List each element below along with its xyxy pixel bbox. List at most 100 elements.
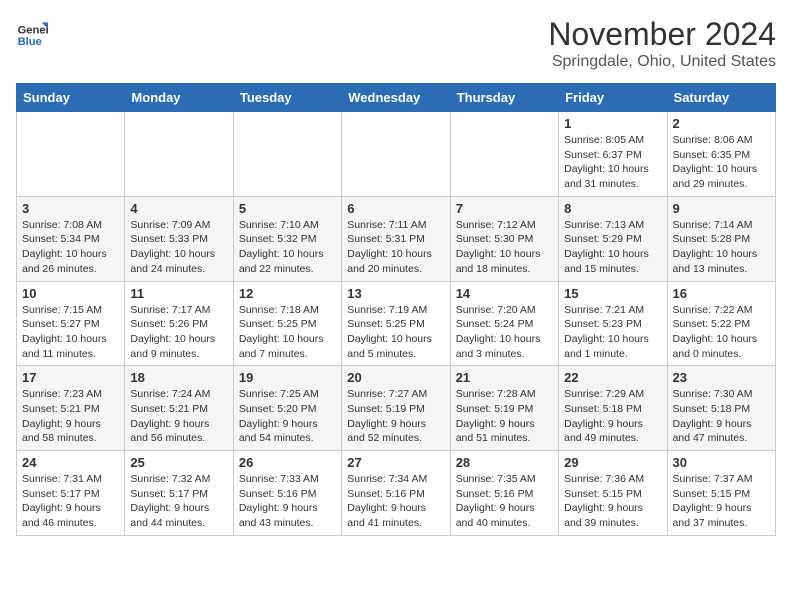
day-number: 16	[673, 286, 770, 301]
calendar-cell: 25Sunrise: 7:32 AM Sunset: 5:17 PM Dayli…	[125, 451, 233, 536]
day-number: 1	[564, 116, 661, 131]
day-info: Sunrise: 8:06 AM Sunset: 6:35 PM Dayligh…	[673, 133, 770, 192]
calendar-cell: 8 Sunrise: 7:13 AM Sunset: 5:29 PM Daylig…	[559, 196, 667, 281]
day-header-friday: Friday	[559, 84, 667, 112]
day-info: Sunrise: 7:35 AM Sunset: 5:16 PM Dayligh…	[456, 472, 553, 531]
day-number: 2	[673, 116, 770, 131]
day-number: 26	[239, 455, 336, 470]
month-title: November 2024	[548, 16, 776, 53]
calendar-cell: 5 Sunrise: 7:10 AM Sunset: 5:32 PM Daylig…	[233, 196, 341, 281]
day-info: Sunrise: 7:19 AM Sunset: 5:25 PM Dayligh…	[347, 303, 444, 362]
day-info: Sunrise: 7:13 AM Sunset: 5:29 PM Dayligh…	[564, 218, 661, 277]
calendar-cell: 13 Sunrise: 7:19 AM Sunset: 5:25 PM Dayli…	[342, 281, 450, 366]
day-number: 14	[456, 286, 553, 301]
day-info: Sunrise: 7:23 AM Sunset: 5:21 PM Dayligh…	[22, 387, 119, 446]
day-info: Sunrise: 7:29 AM Sunset: 5:18 PM Dayligh…	[564, 387, 661, 446]
calendar-cell: 23 Sunrise: 7:30 AM Sunset: 5:18 PM Dayli…	[667, 366, 775, 451]
day-header-saturday: Saturday	[667, 84, 775, 112]
calendar-cell: 9 Sunrise: 7:14 AM Sunset: 5:28 PM Daylig…	[667, 196, 775, 281]
calendar-cell	[125, 112, 233, 197]
calendar-cell: 27Sunrise: 7:34 AM Sunset: 5:16 PM Dayli…	[342, 451, 450, 536]
calendar-cell	[233, 112, 341, 197]
day-number: 8	[564, 201, 661, 216]
day-number: 5	[239, 201, 336, 216]
day-info: Sunrise: 7:30 AM Sunset: 5:18 PM Dayligh…	[673, 387, 770, 446]
day-number: 7	[456, 201, 553, 216]
day-number: 19	[239, 370, 336, 385]
calendar-cell: 19 Sunrise: 7:25 AM Sunset: 5:20 PM Dayli…	[233, 366, 341, 451]
day-info: Sunrise: 7:21 AM Sunset: 5:23 PM Dayligh…	[564, 303, 661, 362]
calendar-cell: 11Sunrise: 7:17 AM Sunset: 5:26 PM Dayli…	[125, 281, 233, 366]
day-number: 24	[22, 455, 119, 470]
day-info: Sunrise: 7:14 AM Sunset: 5:28 PM Dayligh…	[673, 218, 770, 277]
calendar-cell: 12 Sunrise: 7:18 AM Sunset: 5:25 PM Dayli…	[233, 281, 341, 366]
calendar-cell: 3 Sunrise: 7:08 AM Sunset: 5:34 PM Daylig…	[17, 196, 125, 281]
day-number: 29	[564, 455, 661, 470]
day-number: 18	[130, 370, 227, 385]
day-header-monday: Monday	[125, 84, 233, 112]
day-info: Sunrise: 7:10 AM Sunset: 5:32 PM Dayligh…	[239, 218, 336, 277]
day-number: 15	[564, 286, 661, 301]
day-number: 13	[347, 286, 444, 301]
day-info: Sunrise: 8:05 AM Sunset: 6:37 PM Dayligh…	[564, 133, 661, 192]
calendar-cell: 20Sunrise: 7:27 AM Sunset: 5:19 PM Dayli…	[342, 366, 450, 451]
day-number: 10	[22, 286, 119, 301]
calendar-cell: 15 Sunrise: 7:21 AM Sunset: 5:23 PM Dayli…	[559, 281, 667, 366]
calendar-cell: 22 Sunrise: 7:29 AM Sunset: 5:18 PM Dayli…	[559, 366, 667, 451]
day-info: Sunrise: 7:18 AM Sunset: 5:25 PM Dayligh…	[239, 303, 336, 362]
day-number: 9	[673, 201, 770, 216]
day-number: 30	[673, 455, 770, 470]
day-number: 22	[564, 370, 661, 385]
calendar-cell: 16Sunrise: 7:22 AM Sunset: 5:22 PM Dayli…	[667, 281, 775, 366]
calendar-cell: 17Sunrise: 7:23 AM Sunset: 5:21 PM Dayli…	[17, 366, 125, 451]
day-header-sunday: Sunday	[17, 84, 125, 112]
day-header-tuesday: Tuesday	[233, 84, 341, 112]
calendar-cell: 18 Sunrise: 7:24 AM Sunset: 5:21 PM Dayli…	[125, 366, 233, 451]
title-block: November 2024 Springdale, Ohio, United S…	[548, 16, 776, 71]
day-info: Sunrise: 7:24 AM Sunset: 5:21 PM Dayligh…	[130, 387, 227, 446]
calendar-cell: 1 Sunrise: 8:05 AM Sunset: 6:37 PM Daylig…	[559, 112, 667, 197]
calendar-cell: 2 Sunrise: 8:06 AM Sunset: 6:35 PM Daylig…	[667, 112, 775, 197]
calendar-week-row: 17Sunrise: 7:23 AM Sunset: 5:21 PM Dayli…	[17, 366, 776, 451]
day-info: Sunrise: 7:31 AM Sunset: 5:17 PM Dayligh…	[22, 472, 119, 531]
day-number: 21	[456, 370, 553, 385]
day-number: 23	[673, 370, 770, 385]
day-info: Sunrise: 7:36 AM Sunset: 5:15 PM Dayligh…	[564, 472, 661, 531]
calendar-cell: 26Sunrise: 7:33 AM Sunset: 5:16 PM Dayli…	[233, 451, 341, 536]
day-info: Sunrise: 7:08 AM Sunset: 5:34 PM Dayligh…	[22, 218, 119, 277]
day-number: 3	[22, 201, 119, 216]
calendar-cell: 7 Sunrise: 7:12 AM Sunset: 5:30 PM Daylig…	[450, 196, 558, 281]
calendar-cell: 14 Sunrise: 7:20 AM Sunset: 5:24 PM Dayli…	[450, 281, 558, 366]
day-number: 28	[456, 455, 553, 470]
calendar-week-row: 10 Sunrise: 7:15 AM Sunset: 5:27 PM Dayli…	[17, 281, 776, 366]
day-info: Sunrise: 7:25 AM Sunset: 5:20 PM Dayligh…	[239, 387, 336, 446]
calendar-cell: 28 Sunrise: 7:35 AM Sunset: 5:16 PM Dayli…	[450, 451, 558, 536]
calendar-cell: 4Sunrise: 7:09 AM Sunset: 5:33 PM Daylig…	[125, 196, 233, 281]
day-info: Sunrise: 7:37 AM Sunset: 5:15 PM Dayligh…	[673, 472, 770, 531]
calendar-cell: 24 Sunrise: 7:31 AM Sunset: 5:17 PM Dayli…	[17, 451, 125, 536]
day-info: Sunrise: 7:17 AM Sunset: 5:26 PM Dayligh…	[130, 303, 227, 362]
location: Springdale, Ohio, United States	[548, 53, 776, 71]
calendar-week-row: 3 Sunrise: 7:08 AM Sunset: 5:34 PM Daylig…	[17, 196, 776, 281]
day-number: 12	[239, 286, 336, 301]
svg-text:Blue: Blue	[18, 36, 42, 48]
day-info: Sunrise: 7:11 AM Sunset: 5:31 PM Dayligh…	[347, 218, 444, 277]
calendar-cell	[450, 112, 558, 197]
day-header-wednesday: Wednesday	[342, 84, 450, 112]
day-number: 6	[347, 201, 444, 216]
calendar-cell: 10 Sunrise: 7:15 AM Sunset: 5:27 PM Dayli…	[17, 281, 125, 366]
logo: General Blue	[16, 16, 48, 48]
day-info: Sunrise: 7:20 AM Sunset: 5:24 PM Dayligh…	[456, 303, 553, 362]
day-info: Sunrise: 7:12 AM Sunset: 5:30 PM Dayligh…	[456, 218, 553, 277]
day-info: Sunrise: 7:15 AM Sunset: 5:27 PM Dayligh…	[22, 303, 119, 362]
calendar-cell	[17, 112, 125, 197]
day-info: Sunrise: 7:28 AM Sunset: 5:19 PM Dayligh…	[456, 387, 553, 446]
calendar-cell: 30 Sunrise: 7:37 AM Sunset: 5:15 PM Dayli…	[667, 451, 775, 536]
day-number: 4	[130, 201, 227, 216]
page-header: General Blue November 2024 Springdale, O…	[16, 16, 776, 71]
logo-icon: General Blue	[16, 16, 48, 48]
calendar-cell: 6 Sunrise: 7:11 AM Sunset: 5:31 PM Daylig…	[342, 196, 450, 281]
day-info: Sunrise: 7:34 AM Sunset: 5:16 PM Dayligh…	[347, 472, 444, 531]
day-number: 20	[347, 370, 444, 385]
calendar-table: SundayMondayTuesdayWednesdayThursdayFrid…	[16, 83, 776, 536]
